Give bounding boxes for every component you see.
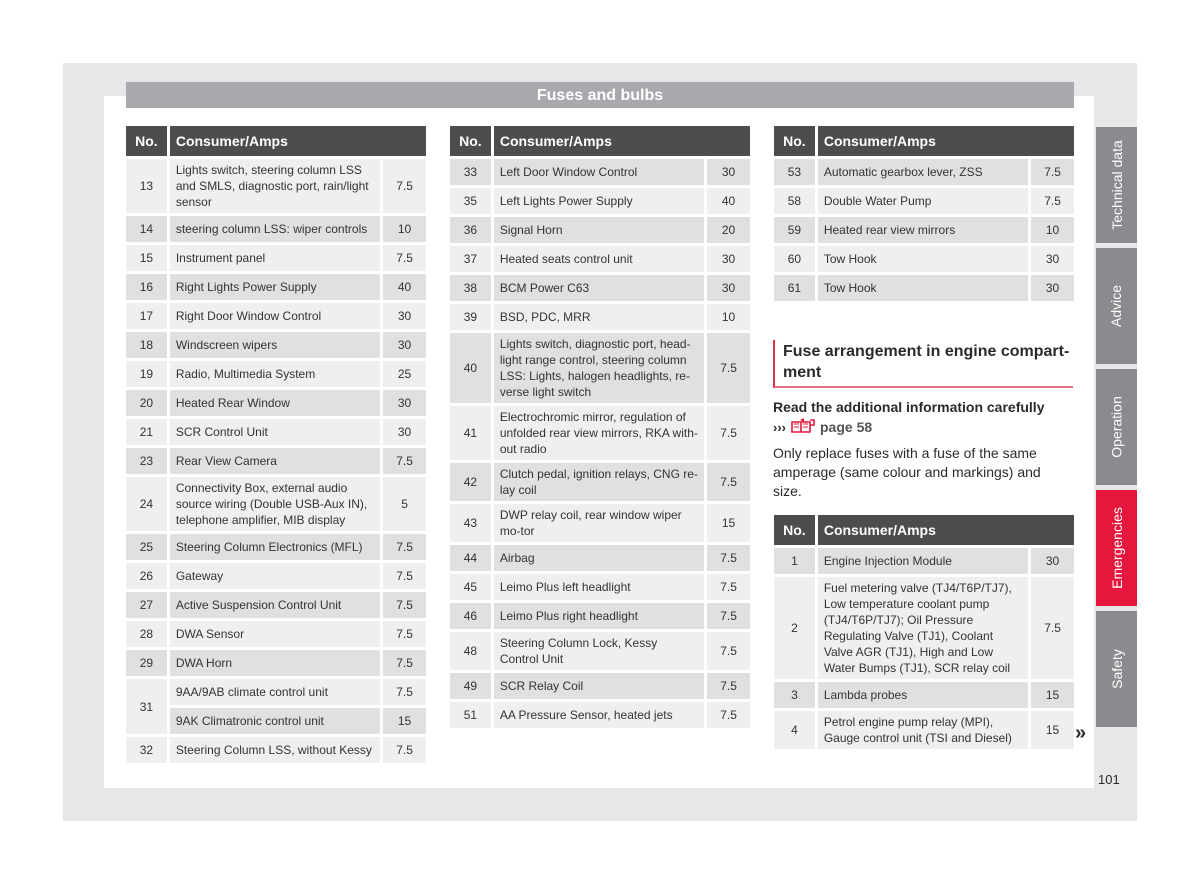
fuse-table-3: No. Consumer/Amps 53 Automatic gearbox le… (771, 123, 1077, 304)
table-row: 49 SCR Relay Coil 7.5 (450, 673, 750, 699)
table-row: 21 SCR Control Unit 30 (126, 419, 426, 445)
table-row: 39 BSD, PDC, MRR 10 (450, 304, 750, 330)
side-tab-technical-data[interactable]: Technical data (1096, 127, 1137, 243)
section-heading: Fuse arrangement in engine compart-ment (773, 340, 1073, 388)
table-row: 4 Petrol engine pump relay (MPI), Gauge c… (774, 711, 1074, 749)
table-row: 61 Tow Hook 30 (774, 275, 1074, 301)
table-row: 37 Heated seats control unit 30 (450, 246, 750, 272)
side-tab-safety[interactable]: Safety (1096, 611, 1137, 727)
continued-arrow-icon: » (1075, 722, 1087, 744)
column-header-no: No. (450, 126, 491, 156)
fuse-table-1: No. Consumer/Amps 13 Lights switch, steer… (123, 123, 429, 766)
table-row: 20 Heated Rear Window 30 (126, 390, 426, 416)
table-row: 32 Steering Column LSS, without Kessy 7.5 (126, 737, 426, 763)
table-row: 60 Tow Hook 30 (774, 246, 1074, 272)
table-row: 28 DWA Sensor 7.5 (126, 621, 426, 647)
page-reference-text: page 58 (820, 419, 873, 435)
table-row: 40 Lights switch, diagnostic port, head-l… (450, 333, 750, 403)
table-row: 23 Rear View Camera 7.5 (126, 448, 426, 474)
table-row: 18 Windscreen wipers 30 (126, 332, 426, 358)
table-row: 1 Engine Injection Module 30 (774, 548, 1074, 574)
table-row: 2 Fuel metering valve (TJ4/T6P/TJ7), Low … (774, 577, 1074, 679)
reference-arrows-icon: ››› (773, 420, 786, 435)
table-row: 16 Right Lights Power Supply 40 (126, 274, 426, 300)
column-header-consumer: Consumer/Amps (817, 515, 1074, 545)
table-row: 38 BCM Power C63 30 (450, 275, 750, 301)
table-row: 31 9AA/9AB climate control unit 7.5 (126, 679, 426, 734)
table-row: 33 Left Door Window Control 30 (450, 159, 750, 185)
table-row: 13 Lights switch, steering column LSS and… (126, 159, 426, 213)
table-row: 26 Gateway 7.5 (126, 563, 426, 589)
table-row: 19 Radio, Multimedia System 25 (126, 361, 426, 387)
table-row: 51 AA Pressure Sensor, heated jets 7.5 (450, 702, 750, 728)
column-header-consumer: Consumer/Amps (817, 126, 1074, 156)
table-row: 17 Right Door Window Control 30 (126, 303, 426, 329)
table-row: 53 Automatic gearbox lever, ZSS 7.5 (774, 159, 1074, 185)
table-row: 29 DWA Horn 7.5 (126, 650, 426, 676)
table-row: 35 Left Lights Power Supply 40 (450, 188, 750, 214)
column-header-no: No. (774, 126, 815, 156)
column-header-consumer: Consumer/Amps (493, 126, 750, 156)
side-tab-operation[interactable]: Operation (1096, 369, 1137, 485)
fuse-table-2: No. Consumer/Amps 33 Left Door Window Con… (447, 123, 753, 731)
table-row: 24 Connectivity Box, external audio sourc… (126, 477, 426, 531)
chapter-title: Fuses and bulbs (126, 82, 1074, 108)
table-row: 59 Heated rear view mirrors 10 (774, 217, 1074, 243)
table-row: 44 Airbag 7.5 (450, 545, 750, 571)
column-header-consumer: Consumer/Amps (169, 126, 426, 156)
page-number: 101 (1098, 772, 1120, 787)
side-tab-emergencies[interactable]: Emergencies (1096, 490, 1137, 606)
table-row: 9AK Climatronic control unit 15 (126, 708, 426, 734)
column-header-no: No. (774, 515, 815, 545)
table-row: 41 Electrochromic mirror, regulation of u… (450, 406, 750, 460)
info-note: Read the additional information carefull… (773, 398, 1073, 501)
table-row: 3 Lambda probes 15 (774, 682, 1074, 708)
table-row: 36 Signal Horn 20 (450, 217, 750, 243)
table-row: 43 DWP relay coil, rear window wiper mo-t… (450, 504, 750, 542)
table-row: 27 Active Suspension Control Unit 7.5 (126, 592, 426, 618)
table-row: 25 Steering Column Electronics (MFL) 7.5 (126, 534, 426, 560)
side-tab-advice[interactable]: Advice (1096, 248, 1137, 364)
table-row: 45 Leimo Plus left headlight 7.5 (450, 574, 750, 600)
table-row: 14 steering column LSS: wiper controls 10 (126, 216, 426, 242)
table-row: 58 Double Water Pump 7.5 (774, 188, 1074, 214)
note-body: Only replace fuses with a fuse of the sa… (773, 445, 1041, 499)
table-row: 48 Steering Column Lock, Kessy Control Un… (450, 632, 750, 670)
column-header-no: No. (126, 126, 167, 156)
table-row: 42 Clutch pedal, ignition relays, CNG re-… (450, 463, 750, 501)
table-row: 46 Leimo Plus right headlight 7.5 (450, 603, 750, 629)
note-heading: Read the additional information carefull… (773, 399, 1045, 415)
book-icon (790, 417, 816, 438)
page-reference-link[interactable]: ››› page 58 (773, 417, 1073, 438)
table-row: 15 Instrument panel 7.5 (126, 245, 426, 271)
fuse-table-engine: No. Consumer/Amps 1 Engine Injection Modu… (771, 512, 1077, 752)
